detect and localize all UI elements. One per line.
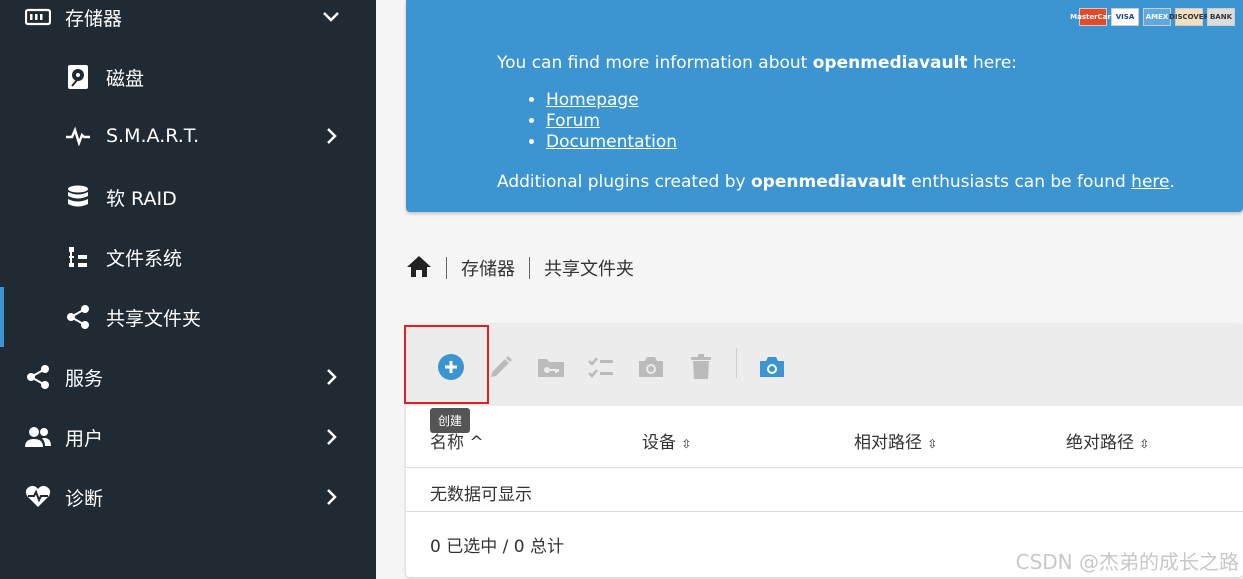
selection-count: 0 已选中 / 0 总计: [430, 537, 564, 557]
documentation-link[interactable]: Documentation: [546, 132, 677, 152]
column-header-relative-path[interactable]: 相对路径 ⇳: [854, 428, 937, 453]
sidebar-item-label: 软 RAID: [106, 187, 177, 210]
list-item: Documentation: [546, 132, 677, 153]
column-label: 名称: [430, 433, 464, 453]
info-text-1: You can find more information about open…: [497, 53, 1017, 73]
sidebar-item-users[interactable]: 用户: [0, 413, 376, 461]
forum-link[interactable]: Forum: [546, 111, 600, 131]
users-icon: [24, 423, 52, 451]
checklist-icon: [588, 357, 613, 378]
sidebar-item-label: 用户: [65, 427, 104, 450]
sidebar-item-label: 文件系统: [106, 247, 183, 270]
mastercard-logo: MasterCard: [1070, 8, 1116, 26]
info-text: Additional plugins created by: [497, 172, 751, 192]
amex-logo: AMEX: [1143, 8, 1171, 26]
table-header: 名称 ^ 设备 ⇳ 相对路径 ⇳ 绝对路径 ⇳: [406, 406, 1243, 468]
homepage-link[interactable]: Homepage: [546, 90, 639, 110]
sidebar-item-label: 诊断: [65, 487, 104, 510]
sort-up-icon: ^: [469, 433, 484, 453]
snapshot-button[interactable]: [636, 352, 666, 382]
chevron-right-icon: [320, 125, 342, 147]
sort-icon: ⇳: [681, 437, 692, 451]
sidebar-item-raid[interactable]: 软 RAID: [0, 173, 376, 221]
sidebar-item-label: 共享文件夹: [106, 307, 202, 330]
sidebar-item-smart[interactable]: S.M.A.R.T.: [0, 112, 376, 160]
info-links: Homepage Forum Documentation: [546, 90, 677, 153]
delete-icon: [691, 354, 711, 379]
sidebar-item-disks[interactable]: 磁盘: [0, 53, 376, 101]
info-banner: MasterCard VISA AMEX DISCOVER BANK You c…: [406, 0, 1243, 212]
list-item: Homepage: [546, 90, 677, 111]
main-content: MasterCard VISA AMEX DISCOVER BANK You c…: [376, 0, 1243, 579]
home-icon[interactable]: [406, 254, 432, 283]
camera-icon: [639, 357, 663, 377]
snapshots-button[interactable]: [757, 352, 787, 382]
chevron-right-icon: [320, 426, 342, 448]
sort-icon: ⇳: [927, 437, 938, 451]
sidebar-item-label: 磁盘: [106, 67, 145, 90]
breadcrumb-item-shared-folders: 共享文件夹: [544, 259, 634, 280]
column-label: 绝对路径: [1066, 433, 1134, 453]
pulse-icon: [64, 122, 92, 150]
edit-icon: [491, 356, 512, 377]
table-row: 无数据可显示: [406, 468, 1243, 512]
breadcrumb-item-storage[interactable]: 存储器: [461, 255, 515, 281]
info-text: .: [1169, 172, 1175, 192]
storage-icon: [24, 3, 52, 31]
info-text: enthusiasts can be found: [905, 172, 1132, 192]
sidebar-item-label: 服务: [65, 367, 104, 390]
brand-name: openmediavault: [751, 172, 906, 192]
folder-key-icon: [538, 359, 564, 377]
brand-name: openmediavault: [812, 53, 968, 73]
sidebar-item-label: 存储器: [65, 7, 123, 30]
sort-icon: ⇳: [1139, 437, 1150, 451]
chevron-right-icon: [320, 366, 342, 388]
sidebar: 存储器 磁盘 S.M.A.R.T. 软 RAID 文件系统 共享文件夹 服务 用…: [0, 0, 376, 579]
empty-message: 无数据可显示: [430, 485, 532, 505]
breadcrumb-separator: [446, 257, 447, 279]
toolbar-divider: [736, 348, 737, 378]
info-text: here:: [967, 53, 1018, 73]
plugins-here-link[interactable]: here: [1131, 172, 1169, 192]
column-label: 相对路径: [854, 433, 922, 453]
chevron-right-icon: [320, 486, 342, 508]
sidebar-item-shared-folders[interactable]: 共享文件夹: [0, 287, 376, 347]
disk-icon: [64, 63, 92, 91]
sidebar-item-storage[interactable]: 存储器: [0, 0, 376, 41]
chevron-down-icon: [320, 6, 342, 28]
payment-cards: MasterCard VISA AMEX DISCOVER BANK: [1070, 8, 1235, 26]
breadcrumb: 存储器 共享文件夹: [406, 250, 634, 286]
sidebar-item-diagnostics[interactable]: 诊断: [0, 473, 376, 521]
edit-button[interactable]: [486, 352, 516, 382]
share-icon: [64, 303, 92, 331]
tooltip: 创建: [430, 408, 471, 433]
acl-button[interactable]: [586, 352, 616, 382]
sidebar-item-label: S.M.A.R.T.: [106, 125, 200, 147]
info-text: You can find more information about: [497, 53, 813, 73]
column-label: 设备: [642, 433, 676, 453]
info-text-2: Additional plugins created by openmediav…: [497, 172, 1175, 192]
sidebar-item-services[interactable]: 服务: [0, 353, 376, 401]
bank-logo: BANK: [1207, 8, 1235, 26]
heartbeat-icon: [24, 483, 52, 511]
filesystem-tree-icon: [64, 243, 92, 271]
list-item: Forum: [546, 111, 677, 132]
share-icon: [24, 363, 52, 391]
watermark: CSDN @杰弟的成长之路: [1015, 550, 1239, 574]
camera-icon: [760, 357, 784, 377]
breadcrumb-separator: [529, 257, 530, 279]
discover-logo: DISCOVER: [1169, 8, 1209, 26]
privileges-button[interactable]: [536, 352, 566, 382]
highlight-box: [404, 325, 489, 404]
column-header-absolute-path[interactable]: 绝对路径 ⇳: [1066, 428, 1149, 453]
visa-logo: VISA: [1111, 8, 1139, 26]
database-icon: [64, 183, 92, 211]
delete-button[interactable]: [686, 352, 716, 382]
toolbar: [404, 324, 1243, 406]
shared-folders-panel: 创建 名称 ^ 设备 ⇳ 相对路径 ⇳ 绝对路径 ⇳ 无数据可显示 0 已选中 …: [404, 324, 1243, 577]
column-header-device[interactable]: 设备 ⇳: [642, 428, 691, 453]
sidebar-item-filesystems[interactable]: 文件系统: [0, 233, 376, 281]
